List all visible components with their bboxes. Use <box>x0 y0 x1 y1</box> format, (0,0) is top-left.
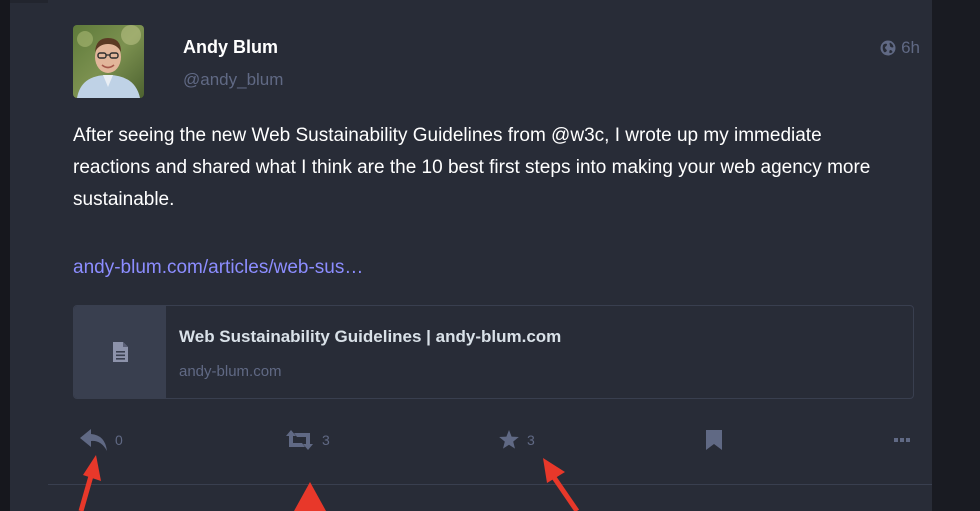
status-paragraph: After seeing the new Web Sustainability … <box>73 125 871 210</box>
reply-button[interactable]: 0 <box>80 425 123 455</box>
annotation-arrow-boost <box>294 482 326 511</box>
card-thumbnail <box>74 306 166 398</box>
status-item[interactable]: Andy Blum @andy_blum 6h After seeing the… <box>48 0 932 511</box>
card-domain: andy-blum.com <box>179 363 282 380</box>
globe-icon <box>880 40 896 56</box>
status-content: After seeing the new Web Sustainability … <box>73 120 903 216</box>
boost-button[interactable]: 3 <box>285 425 330 455</box>
avatar-photo <box>73 25 144 98</box>
relative-time: 6h <box>901 38 920 57</box>
right-gutter <box>932 0 980 511</box>
boost-count: 3 <box>322 432 330 448</box>
left-gutter <box>0 0 10 511</box>
link-preview-card[interactable]: Web Sustainability Guidelines | andy-blu… <box>73 305 914 399</box>
bookmark-button[interactable] <box>706 425 722 455</box>
favourite-count: 3 <box>527 432 535 448</box>
avatar[interactable] <box>73 25 144 98</box>
boost-icon <box>286 430 313 450</box>
reply-icon <box>80 429 107 451</box>
status-divider <box>48 484 932 485</box>
ellipsis-icon <box>894 438 910 442</box>
bookmark-icon <box>706 430 722 450</box>
author-handle[interactable]: @andy_blum <box>183 70 283 90</box>
author-display-name[interactable]: Andy Blum <box>183 37 278 58</box>
annotation-arrow-favourite <box>543 458 580 511</box>
more-options-button[interactable] <box>894 425 910 455</box>
reply-count: 0 <box>115 432 123 448</box>
status-link[interactable]: andy-blum.com/articles/web-sus… <box>73 257 363 279</box>
document-icon <box>112 342 128 362</box>
annotation-arrow-reply <box>78 455 101 511</box>
card-title: Web Sustainability Guidelines | andy-blu… <box>179 327 562 346</box>
status-timestamp[interactable]: 6h <box>880 38 920 58</box>
star-icon <box>499 430 519 449</box>
status-action-bar: 0 3 3 <box>72 425 912 455</box>
favourite-button[interactable]: 3 <box>499 425 535 455</box>
